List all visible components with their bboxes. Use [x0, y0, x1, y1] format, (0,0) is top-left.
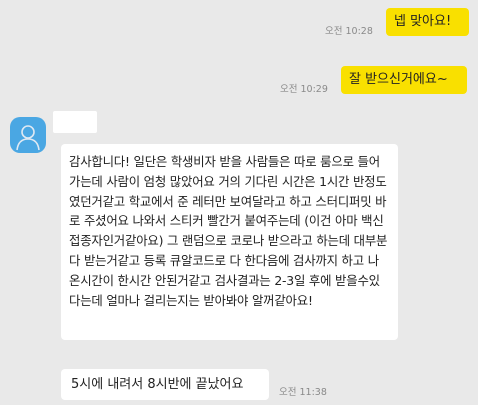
my-message-bubble[interactable]: 넵 맞아요! — [386, 8, 469, 36]
my-message-bubble[interactable]: 잘 받으신거에요~ — [341, 66, 467, 94]
default-profile-person-icon — [16, 125, 40, 151]
message-time: 오전 11:38 — [279, 387, 327, 398]
message-time: 오전 10:28 — [325, 26, 373, 37]
message-time: 오전 10:29 — [280, 84, 328, 95]
sender-avatar[interactable] — [10, 117, 46, 153]
their-message-bubble[interactable]: 감사합니다! 일단은 학생비자 받을 사람들은 따로 룸으로 들어가는데 사람이… — [61, 144, 398, 340]
sender-name-redacted — [53, 111, 97, 133]
their-message-bubble[interactable]: 5시에 내려서 8시반에 끝났어요 — [61, 369, 269, 400]
